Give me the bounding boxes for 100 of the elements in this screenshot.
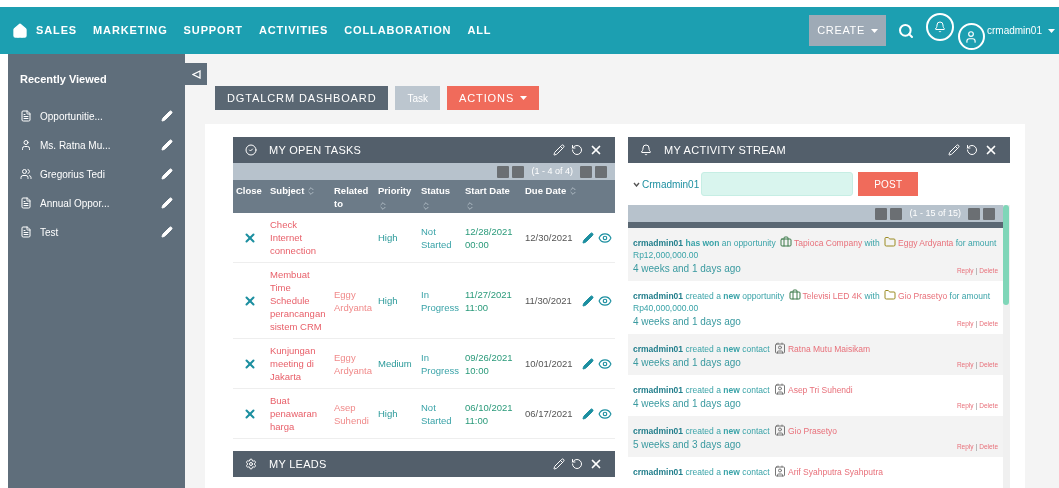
refresh-icon[interactable] xyxy=(571,458,583,470)
record-link[interactable]: Gio Prasetyo xyxy=(898,291,948,301)
pager-button[interactable] xyxy=(580,165,592,178)
pager-button[interactable] xyxy=(595,165,607,178)
user-menu[interactable]: crmadmin01 xyxy=(986,23,1055,38)
view-icon[interactable] xyxy=(598,230,612,245)
edit-icon[interactable] xyxy=(582,294,594,307)
post-button[interactable]: POST xyxy=(858,172,919,196)
task-subject-link[interactable]: Check Internet connection xyxy=(270,218,328,257)
pager-button[interactable] xyxy=(968,207,980,220)
user-link[interactable]: Crmadmin01 xyxy=(642,176,700,192)
pager-button[interactable] xyxy=(875,207,888,220)
close-icon[interactable] xyxy=(589,457,603,471)
close-icon[interactable] xyxy=(589,143,603,157)
status-text: Not Started xyxy=(421,401,452,426)
activity-text: crmadmin01 created a new opportunity Televisi LED 4K with Gio Prasetyo for amount Rp40,000,000.00 xyxy=(633,289,992,314)
priority-text: High xyxy=(378,232,398,243)
sidebar-toggle-button[interactable] xyxy=(185,63,207,85)
due-date-text: 12/30/2021 xyxy=(525,232,573,243)
activity-text: crmadmin01 created a new contact Arif Syahputra Syahputra xyxy=(633,465,884,478)
record-link[interactable]: Televisi LED 4K xyxy=(802,291,863,301)
start-date-text: 09/26/2021 10:00 xyxy=(465,351,513,376)
related-link[interactable]: Asep Suhendi xyxy=(334,400,372,427)
notification-bell-icon[interactable] xyxy=(925,13,954,41)
recent-item[interactable]: Gregorius Tedi xyxy=(20,159,173,189)
document-icon xyxy=(20,196,32,210)
post-input-field[interactable] xyxy=(701,172,854,196)
task-subject-link[interactable]: Membuat Time Schedule perancangan sistem CRM xyxy=(270,268,328,333)
nav-link[interactable]: ACTIVITIES xyxy=(258,22,329,39)
create-button[interactable]: CREATE xyxy=(809,15,886,46)
column-header[interactable]: Subject xyxy=(270,184,305,197)
start-date-text: 11/27/2021 11:00 xyxy=(465,288,512,313)
record-link[interactable]: Arif Syahputra Syahputra xyxy=(787,467,883,477)
edit-icon[interactable] xyxy=(582,357,594,370)
related-link[interactable]: Eggy Ardyanta xyxy=(334,287,372,314)
view-icon[interactable] xyxy=(598,356,612,371)
bell-icon xyxy=(640,144,652,156)
actions-button[interactable]: ACTIONS xyxy=(447,86,540,110)
activity-text: crmadmin01 created a new contact Gio Prasetyo xyxy=(633,424,839,437)
column-header[interactable]: Priority xyxy=(378,184,412,197)
refresh-icon[interactable] xyxy=(571,144,583,156)
close-task-icon[interactable] xyxy=(243,230,257,245)
start-date-text: 12/28/2021 00:00 xyxy=(465,225,513,250)
record-link[interactable]: Ratna Mutu Maisikam xyxy=(787,344,871,354)
activity-time: 5 weeks and 3 days ago xyxy=(633,438,741,452)
nav-link[interactable]: COLLABORATION xyxy=(344,22,452,39)
due-date-text: 10/01/2021 xyxy=(525,358,573,369)
task-check-icon xyxy=(245,144,257,156)
home-icon[interactable] xyxy=(12,22,28,39)
pagination-count: (1 - 15 of 15) xyxy=(908,206,962,220)
activity-time: 4 weeks and 1 days ago xyxy=(633,356,741,370)
activity-text: crmadmin01 created a new contact Asep Tri Suhendi xyxy=(633,383,854,396)
column-header: Close xyxy=(236,184,262,197)
pager-button[interactable] xyxy=(983,207,995,220)
nav-link[interactable]: ALL xyxy=(467,22,492,39)
recent-item[interactable]: Test xyxy=(20,217,173,247)
due-date-text: 11/30/2021 xyxy=(525,295,572,306)
close-task-icon[interactable] xyxy=(243,293,257,308)
dashlet-title: MY LEADS xyxy=(269,456,327,472)
recent-item[interactable]: Annual Oppor... xyxy=(20,188,173,218)
edit-icon[interactable] xyxy=(582,407,594,420)
nav-link[interactable]: SALES xyxy=(36,22,78,39)
column-header[interactable]: Start Date xyxy=(465,184,510,197)
close-icon[interactable] xyxy=(984,143,998,157)
avatar-icon[interactable] xyxy=(957,23,985,50)
view-icon[interactable] xyxy=(598,293,612,308)
folder-icon xyxy=(884,289,896,301)
recent-item[interactable]: Ms. Ratna Mu... xyxy=(20,130,173,160)
record-link[interactable]: Tapioca Company xyxy=(794,238,863,248)
task-subject-link[interactable]: Buat penawaran harga xyxy=(270,394,328,433)
close-task-icon[interactable] xyxy=(243,356,257,371)
task-subject-link[interactable]: Kunjungan meeting di Jakarta xyxy=(270,344,328,383)
close-task-icon[interactable] xyxy=(243,406,257,421)
column-header[interactable]: Status xyxy=(421,184,451,197)
nav-link[interactable]: SUPPORT xyxy=(183,22,243,39)
sidebar-title: Recently Viewed xyxy=(20,72,108,87)
search-icon[interactable] xyxy=(897,22,914,39)
contact-card-icon xyxy=(773,424,786,436)
record-link[interactable]: Gio Prasetyo xyxy=(787,426,838,436)
people-icon xyxy=(20,167,32,181)
pager-button[interactable] xyxy=(497,165,510,178)
edit-icon[interactable] xyxy=(582,231,594,244)
dashboard-tab[interactable]: DGTALCRM DASHBOARD xyxy=(215,86,389,110)
caret-icon xyxy=(1048,28,1055,33)
pager-button[interactable] xyxy=(512,165,525,178)
person-icon xyxy=(20,138,32,152)
view-icon[interactable] xyxy=(598,406,612,421)
dashboard-tab[interactable]: Task xyxy=(395,86,441,110)
column-header[interactable]: Due Date xyxy=(525,184,567,197)
pager-button[interactable] xyxy=(890,207,903,220)
record-link[interactable]: Eggy Ardyanta xyxy=(898,238,954,248)
related-link[interactable]: Eggy Ardyanta xyxy=(334,350,372,377)
record-link[interactable]: Asep Tri Suhendi xyxy=(787,385,853,395)
briefcase-icon xyxy=(788,289,801,301)
recent-item[interactable]: Opportunitie... xyxy=(20,101,173,131)
scrollbar-thumb[interactable] xyxy=(1003,205,1009,305)
refresh-icon[interactable] xyxy=(966,144,978,156)
nav-link[interactable]: MARKETING xyxy=(93,22,168,39)
contact-card-icon xyxy=(773,383,786,395)
priority-text: High xyxy=(378,408,398,419)
